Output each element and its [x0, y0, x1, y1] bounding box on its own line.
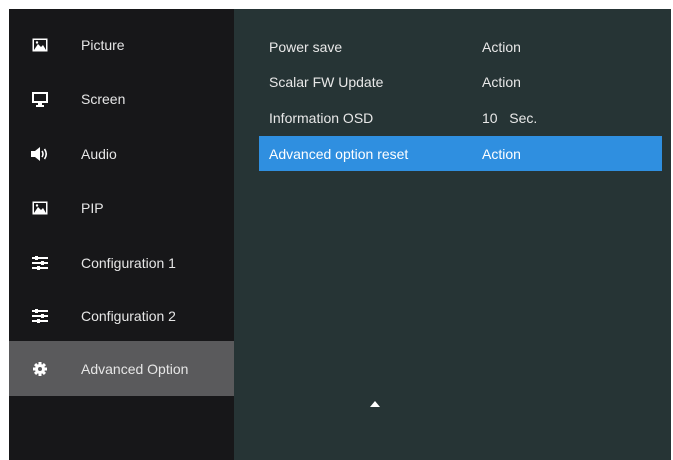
osd-menu: Picture Screen Audio PIP Configuration 1: [9, 9, 671, 460]
menu-row-advanced-option-reset[interactable]: Advanced option reset Action: [259, 136, 662, 171]
row-label: Advanced option reset: [269, 145, 409, 162]
sidebar-item-label: Advanced Option: [81, 360, 189, 377]
sidebar-item-audio[interactable]: Audio: [9, 127, 234, 181]
sidebar-item-advanced-option[interactable]: Advanced Option: [9, 341, 234, 396]
pip-icon: [31, 199, 49, 217]
sidebar-item-pip[interactable]: PIP: [9, 181, 234, 235]
monitor-icon: [31, 90, 49, 108]
row-label: Scalar FW Update: [269, 73, 384, 90]
sidebar-item-configuration-1[interactable]: Configuration 1: [9, 236, 234, 290]
row-label: Power save: [269, 38, 343, 55]
gear-icon: [31, 360, 49, 378]
sidebar: Picture Screen Audio PIP Configuration 1: [9, 9, 234, 460]
sidebar-item-label: Audio: [81, 146, 117, 162]
picture-icon: [31, 36, 49, 54]
speaker-icon: [31, 145, 49, 163]
up-arrow-icon[interactable]: [370, 401, 380, 407]
row-value: 10 Sec.: [482, 109, 538, 126]
sidebar-item-picture[interactable]: Picture: [9, 18, 234, 72]
row-label: Information OSD: [269, 109, 374, 126]
row-value: Action: [482, 73, 521, 90]
sidebar-item-screen[interactable]: Screen: [9, 72, 234, 126]
sidebar-item-label: Picture: [81, 37, 125, 53]
sliders-icon: [31, 254, 49, 272]
row-value: Action: [482, 38, 521, 55]
sidebar-item-label: Configuration 1: [81, 255, 176, 271]
sidebar-item-configuration-2[interactable]: Configuration 2: [9, 289, 234, 343]
sliders-icon: [31, 307, 49, 325]
row-value: Action: [482, 145, 521, 162]
sidebar-item-label: Configuration 2: [81, 308, 176, 324]
sidebar-item-label: Screen: [81, 91, 126, 107]
main-panel: Power save Action Scalar FW Update Actio…: [234, 9, 671, 460]
sidebar-item-label: PIP: [81, 200, 104, 216]
menu-row-scalar-fw-update[interactable]: Scalar FW Update Action: [259, 64, 662, 99]
menu-row-information-osd[interactable]: Information OSD 10 Sec.: [259, 100, 662, 135]
menu-row-power-save[interactable]: Power save Action: [259, 29, 662, 64]
